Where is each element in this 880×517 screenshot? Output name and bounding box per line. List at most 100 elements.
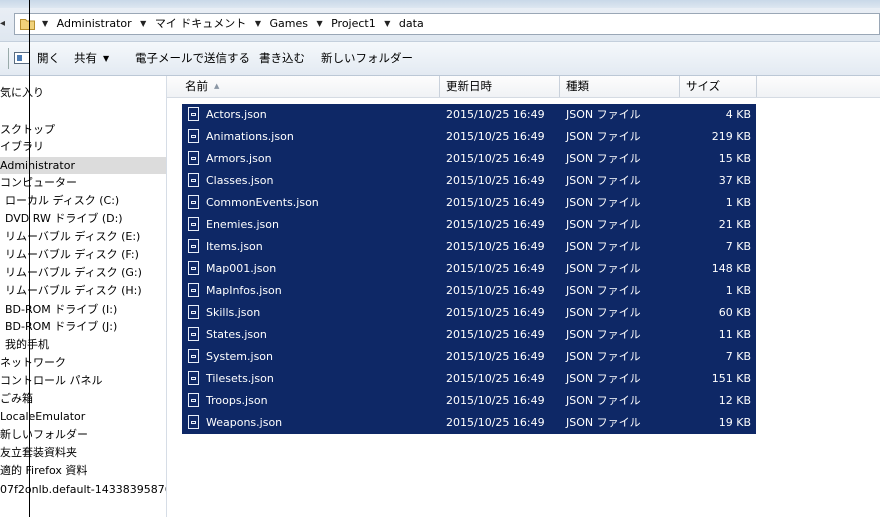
file-type: JSON ファイル [566, 416, 641, 429]
file-date: 2015/10/25 16:49 [446, 196, 545, 209]
column-divider[interactable] [559, 76, 560, 97]
file-row[interactable]: Map001.json 2015/10/25 16:49 JSON ファイル 148 … [182, 258, 756, 280]
share-button[interactable]: 共有 ▼ [74, 42, 109, 75]
new-folder-button[interactable]: 新しいフォルダー [321, 42, 413, 75]
file-row[interactable]: Classes.json 2015/10/25 16:49 JSON ファイル 37 … [182, 170, 756, 192]
json-file-icon [188, 327, 199, 341]
column-headers: 名前 ▲ 更新日時 種類 サイズ [167, 76, 880, 98]
nav-item-label: 07f2onlb.default-1433839587633 [0, 483, 166, 496]
breadcrumb-item[interactable]: Project1 [329, 14, 378, 34]
burn-button[interactable]: 書き込む [259, 42, 305, 75]
nav-item-label: リムーバブル ディスク (F:) [5, 248, 139, 261]
column-header-name[interactable]: 名前 ▲ [185, 76, 219, 97]
file-size: 7 KB [725, 350, 751, 363]
file-size: 219 KB [711, 130, 751, 143]
breadcrumb: ▼ Administrator ▼ マイ ドキュメント ▼ Games ▼ Pr… [39, 14, 426, 34]
chevron-down-icon[interactable]: ▼ [39, 14, 51, 34]
nav-item[interactable]: コントロール パネル [0, 372, 103, 389]
nav-item[interactable]: Administrator [0, 157, 166, 174]
nav-item[interactable]: BD-ROM ドライブ (J:) [0, 318, 117, 335]
nav-item[interactable]: スクトップ [0, 121, 55, 138]
nav-item[interactable]: 新しいフォルダー [0, 426, 88, 443]
sort-up-icon: ▲ [214, 82, 220, 90]
column-header-size[interactable]: サイズ [686, 76, 720, 97]
file-type: JSON ファイル [566, 152, 641, 165]
nav-item-label: 我的手机 [5, 338, 49, 351]
file-size: 148 KB [711, 262, 751, 275]
file-type: JSON ファイル [566, 394, 641, 407]
folder-icon [20, 19, 35, 30]
file-size: 60 KB [718, 306, 751, 319]
file-name: Map001.json [206, 262, 277, 275]
nav-item[interactable]: コンピューター [0, 174, 77, 191]
breadcrumb-item[interactable]: Administrator [55, 14, 134, 34]
chevron-down-icon[interactable]: ▼ [381, 14, 393, 34]
breadcrumb-item[interactable]: data [397, 14, 426, 34]
file-size: 37 KB [718, 174, 751, 187]
file-type: JSON ファイル [566, 284, 641, 297]
nav-item[interactable]: ローカル ディスク (C:) [0, 192, 119, 209]
nav-item-label: イブラリ [0, 140, 44, 153]
nav-item[interactable]: DVD RW ドライブ (D:) [0, 210, 123, 227]
json-file-icon [188, 349, 199, 363]
json-file-icon [188, 239, 199, 253]
file-size: 4 KB [725, 108, 751, 121]
nav-item[interactable]: ネットワーク [0, 354, 66, 371]
nav-item-label: BD-ROM ドライブ (J:) [5, 320, 118, 333]
column-header-date[interactable]: 更新日時 [446, 76, 492, 97]
nav-item[interactable]: 適的 Firefox 資料 [0, 462, 87, 479]
breadcrumb-item[interactable]: Games [267, 14, 309, 34]
json-file-icon [188, 393, 199, 407]
file-size: 21 KB [718, 218, 751, 231]
nav-item[interactable]: LocaleEmulator [0, 408, 85, 425]
chevron-down-icon[interactable]: ▼ [137, 14, 149, 34]
file-type: JSON ファイル [566, 196, 641, 209]
file-row[interactable]: Troops.json 2015/10/25 16:49 JSON ファイル 12 K… [182, 390, 756, 412]
file-row[interactable]: CommonEvents.json 2015/10/25 16:49 JSON ファ… [182, 192, 756, 214]
file-row[interactable]: Items.json 2015/10/25 16:49 JSON ファイル 7 KB [182, 236, 756, 258]
file-row[interactable]: States.json 2015/10/25 16:49 JSON ファイル 11 K… [182, 324, 756, 346]
address-bar[interactable]: ▼ Administrator ▼ マイ ドキュメント ▼ Games ▼ Pr… [14, 13, 880, 35]
file-row[interactable]: System.json 2015/10/25 16:49 JSON ファイル 7 KB [182, 346, 756, 368]
file-row[interactable]: Animations.json 2015/10/25 16:49 JSON ファイル… [182, 126, 756, 148]
chevron-down-icon[interactable]: ▼ [252, 14, 264, 34]
file-date: 2015/10/25 16:49 [446, 174, 545, 187]
email-button[interactable]: 電子メールで送信する [135, 42, 250, 75]
chevron-down-icon[interactable]: ▼ [313, 14, 325, 34]
nav-item-label: DVD RW ドライブ (D:) [5, 212, 123, 225]
file-name: Animations.json [206, 130, 294, 143]
file-row[interactable]: Skills.json 2015/10/25 16:49 JSON ファイル 60 K… [182, 302, 756, 324]
nav-item[interactable]: BD-ROM ドライブ (I:) [0, 301, 117, 318]
file-row[interactable]: Enemies.json 2015/10/25 16:49 JSON ファイル 21 … [182, 214, 756, 236]
file-row[interactable]: MapInfos.json 2015/10/25 16:49 JSON ファイル 1 … [182, 280, 756, 302]
nav-item[interactable]: 友立套装資料夹 [0, 444, 77, 461]
column-divider[interactable] [679, 76, 680, 97]
open-button[interactable]: 開く [37, 42, 60, 75]
column-divider[interactable] [439, 76, 440, 97]
nav-item[interactable]: 気に入り [0, 84, 44, 101]
back-arrow-icon[interactable]: ◂ [0, 18, 8, 32]
file-row[interactable]: Actors.json 2015/10/25 16:49 JSON ファイル 4 KB [182, 104, 756, 126]
nav-item[interactable]: リムーバブル ディスク (H:) [0, 282, 142, 299]
file-name: Tilesets.json [206, 372, 274, 385]
nav-item-label: 新しいフォルダー [0, 428, 88, 441]
nav-item[interactable]: リムーバブル ディスク (E:) [0, 228, 140, 245]
address-row: ◂ ▼ Administrator ▼ マイ ドキュメント ▼ Games ▼ … [0, 8, 880, 42]
nav-item[interactable]: 我的手机 [0, 336, 49, 353]
nav-item[interactable]: 07f2onlb.default-1433839587633 [0, 481, 166, 498]
file-row[interactable]: Tilesets.json 2015/10/25 16:49 JSON ファイル 15… [182, 368, 756, 390]
nav-item[interactable]: リムーバブル ディスク (G:) [0, 264, 142, 281]
file-row[interactable]: Armors.json 2015/10/25 16:49 JSON ファイル 15 K… [182, 148, 756, 170]
column-header-type[interactable]: 種類 [566, 76, 589, 97]
nav-item-label: Administrator [0, 159, 75, 172]
nav-item[interactable]: リムーバブル ディスク (F:) [0, 246, 139, 263]
file-date: 2015/10/25 16:49 [446, 218, 545, 231]
json-file-icon [188, 305, 199, 319]
file-type: JSON ファイル [566, 350, 641, 363]
column-divider[interactable] [756, 76, 757, 97]
file-row[interactable]: Weapons.json 2015/10/25 16:49 JSON ファイル 19 … [182, 412, 756, 434]
nav-item[interactable]: イブラリ [0, 138, 44, 155]
breadcrumb-item[interactable]: マイ ドキュメント [153, 14, 249, 34]
file-name: Items.json [206, 240, 263, 253]
preview-icon[interactable] [14, 52, 30, 64]
